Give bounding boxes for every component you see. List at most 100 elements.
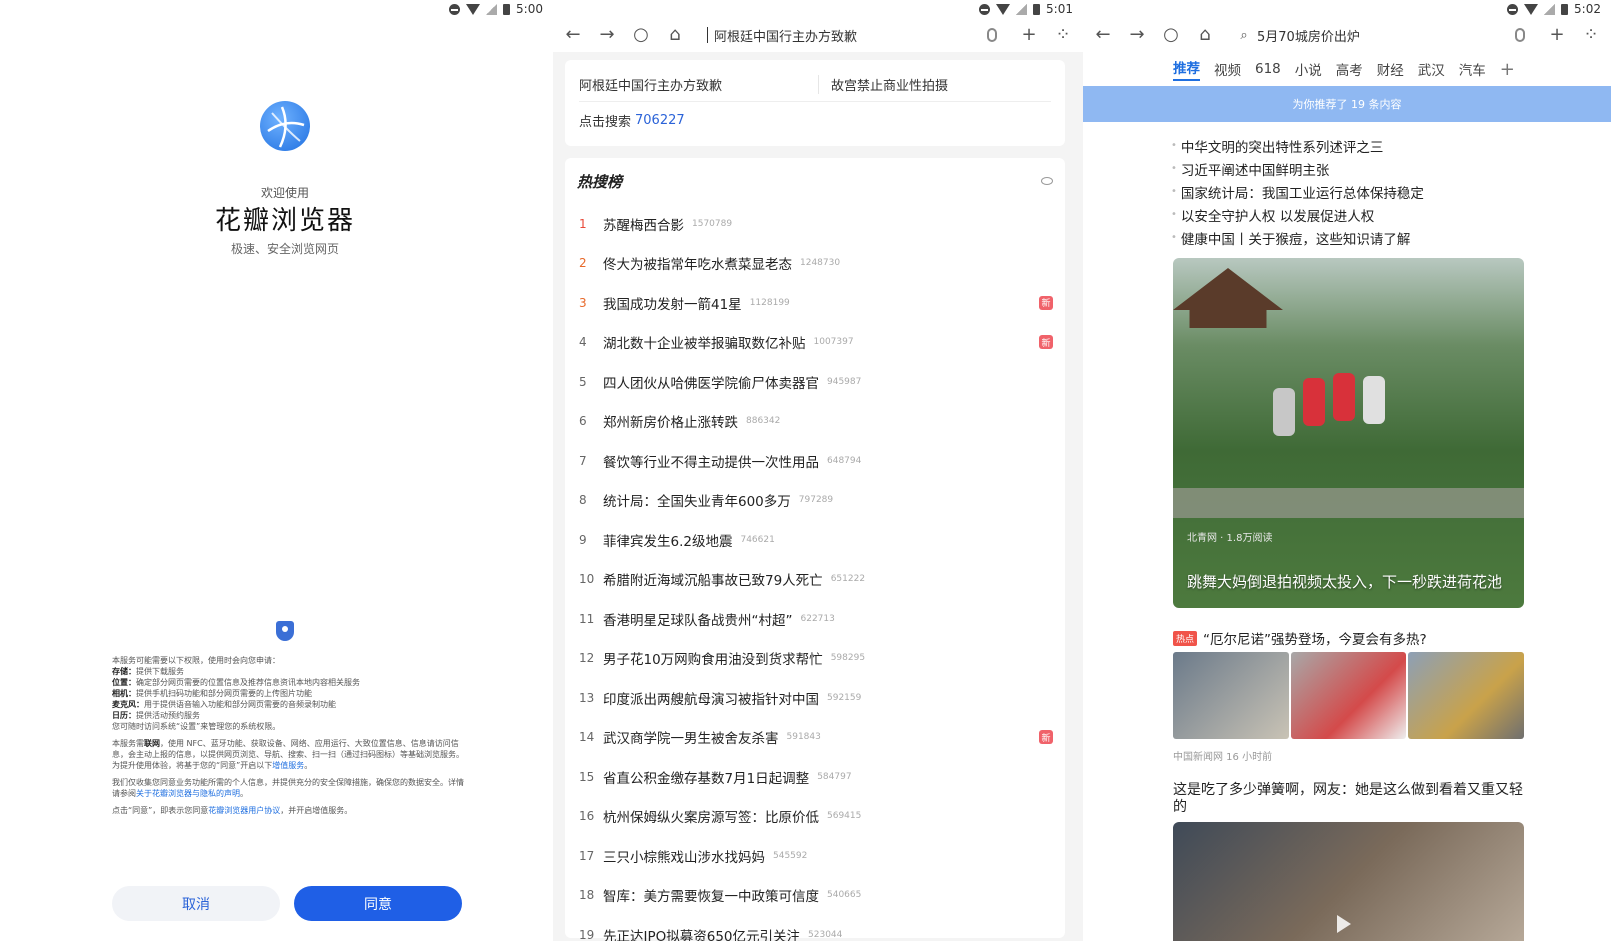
- tab-video[interactable]: 视频: [1214, 59, 1241, 79]
- user-agreement-link[interactable]: 花瓣浏览器用户协议: [208, 806, 280, 815]
- cancel-button[interactable]: 取消: [112, 886, 280, 921]
- video-card[interactable]: 北青网 · 1.8万阅读 跳舞大妈倒退拍视频太投入，下一秒跌进荷花池: [1173, 258, 1524, 608]
- hot-list-row[interactable]: 11 香港明星足球队备战贵州“村超” 622713: [577, 599, 1053, 639]
- add-channel-icon[interactable]: +: [1500, 59, 1515, 80]
- hot-list-row[interactable]: 12 男子花10万网购食用油没到货求帮忙 598295: [577, 639, 1053, 679]
- hot-list-row[interactable]: 3 我国成功发射一箭41星 1128199 新: [577, 283, 1053, 323]
- headline-item[interactable]: 国家统计局：我国工业运行总体保持稳定: [1171, 180, 1611, 203]
- new-badge: 新: [1039, 295, 1053, 310]
- hot-text: 我国成功发射一箭41星: [603, 296, 742, 313]
- suggestion-item[interactable]: 阿根廷中国行主办方致歉: [579, 75, 819, 94]
- hot-rank: 19: [579, 927, 595, 941]
- tab-recommend[interactable]: 推荐: [1173, 57, 1200, 81]
- refresh-icon[interactable]: ○: [631, 25, 651, 45]
- dnd-icon: [1507, 3, 1519, 15]
- tab-gaokao[interactable]: 高考: [1336, 59, 1363, 79]
- tab-wuhan[interactable]: 武汉: [1418, 59, 1445, 79]
- hot-list-row[interactable]: 10 希腊附近海域沉船事故已致79人死亡 651222: [577, 560, 1053, 600]
- battery-icon: [1561, 3, 1569, 15]
- hot-list-row[interactable]: 5 四人团伙从哈佛医学院偷尸体卖器官 945987: [577, 362, 1053, 402]
- address-input[interactable]: 5月70城房价出炉: [1257, 26, 1509, 45]
- forward-icon[interactable]: →: [1127, 25, 1147, 45]
- article-title[interactable]: 热点 “厄尔尼诺”强势登场，今夏会有多热?: [1173, 628, 1427, 648]
- headline-item[interactable]: 以安全守护人权 以发展促进人权: [1171, 203, 1611, 226]
- hot-count: 1248730: [800, 258, 841, 269]
- hot-list-row[interactable]: 19 先正达IPO拟募资650亿元引关注 523044: [577, 915, 1053, 941]
- hot-list-row[interactable]: 1 苏醒梅西合影 1570789: [577, 204, 1053, 244]
- tab-finance[interactable]: 财经: [1377, 59, 1404, 79]
- new-tab-icon[interactable]: +: [1019, 25, 1039, 45]
- hot-count: 540665: [827, 890, 862, 901]
- back-icon[interactable]: ←: [1093, 25, 1113, 45]
- home-icon[interactable]: ⌂: [665, 25, 685, 45]
- microphone-icon[interactable]: [1515, 28, 1525, 42]
- hot-list-row[interactable]: 8 统计局：全国失业青年600多万 797289: [577, 481, 1053, 521]
- headline-item[interactable]: 中华文明的突出特性系列述评之三: [1171, 134, 1611, 157]
- address-bar[interactable]: ⌕ 5月70城房价出炉: [1229, 22, 1533, 48]
- headline-item[interactable]: 健康中国丨关于猴痘，这些知识请了解: [1171, 226, 1611, 249]
- play-icon[interactable]: [1337, 915, 1351, 933]
- tab-auto[interactable]: 汽车: [1459, 59, 1486, 79]
- hot-rank: 7: [579, 453, 587, 468]
- hot-text: 杭州保姆纵火案房源写签：比原价低: [603, 810, 819, 827]
- channel-tabs: 推荐 视频 618 小说 高考 财经 武汉 汽车 +: [1083, 52, 1611, 86]
- thumbnail: [1173, 652, 1289, 739]
- hot-rank: 8: [579, 493, 587, 508]
- address-bar[interactable]: 阿根廷中国行主办方致歉: [699, 22, 1005, 48]
- privacy-statement-link[interactable]: 关于花瓣浏览器与隐私的声明: [136, 789, 240, 798]
- hot-text: 郑州新房价格止涨转跌: [603, 415, 738, 432]
- agree-button[interactable]: 同意: [294, 886, 462, 921]
- hot-list-row[interactable]: 6 郑州新房价格止涨转跌 886342: [577, 402, 1053, 442]
- hot-rank: 13: [579, 690, 595, 705]
- wifi-icon: [996, 3, 1011, 15]
- status-bar: 5:00: [0, 0, 553, 18]
- new-badge: 新: [1039, 335, 1053, 350]
- hot-list-row[interactable]: 2 佟大为被指常年吃水煮菜显老态 1248730: [577, 244, 1053, 284]
- back-icon[interactable]: ←: [563, 25, 583, 45]
- hot-list-row[interactable]: 13 印度派出两艘航母演习被指针对中国 592159: [577, 678, 1053, 718]
- status-time: 5:00: [516, 2, 543, 16]
- article-thumbnails[interactable]: [1173, 652, 1525, 739]
- refresh-icon[interactable]: ○: [1161, 25, 1181, 45]
- home-icon[interactable]: ⌂: [1195, 25, 1215, 45]
- forward-icon[interactable]: →: [597, 25, 617, 45]
- address-input[interactable]: 阿根廷中国行主办方致歉: [714, 26, 981, 45]
- tab-618[interactable]: 618: [1255, 61, 1281, 77]
- hot-list-row[interactable]: 9 菲律宾发生6.2级地震 746621: [577, 520, 1053, 560]
- eye-icon[interactable]: [1041, 177, 1053, 185]
- hot-count: 545592: [773, 850, 808, 861]
- headline-item[interactable]: 习近平阐述中国鲜明主张: [1171, 157, 1611, 180]
- hot-list-row[interactable]: 17 三只小棕熊戏山涉水找妈妈 545592: [577, 836, 1053, 876]
- person-figure: [1273, 388, 1295, 436]
- click-search-row[interactable]: 点击搜索 706227: [579, 102, 1051, 138]
- wifi-icon: [466, 3, 481, 15]
- hot-list-row[interactable]: 18 智库：美方需要恢复一中政策可信度 540665: [577, 876, 1053, 916]
- hot-search-list: 热搜榜 1 苏醒梅西合影 1570789 2 佟大为被指常年吃水煮菜显老态 1248730…: [565, 158, 1065, 941]
- hot-rank: 9: [579, 532, 587, 547]
- status-bar: 5:01: [553, 0, 1083, 18]
- microphone-icon[interactable]: [987, 28, 997, 42]
- suggestion-item[interactable]: 故宫禁止商业性拍摄: [819, 75, 948, 94]
- hot-list-row[interactable]: 14 武汉商学院一男生被舍友杀害 591843 新: [577, 718, 1053, 758]
- new-tab-icon[interactable]: +: [1547, 25, 1567, 45]
- app-name: 花瓣浏览器: [214, 206, 355, 236]
- hot-list-row[interactable]: 16 杭州保姆纵火案房源写签：比原价低 569415: [577, 797, 1053, 837]
- hot-count: 746621: [740, 534, 775, 545]
- hot-text: 佟大为被指常年吃水煮菜显老态: [603, 257, 792, 274]
- tab-novel[interactable]: 小说: [1295, 59, 1322, 79]
- video-thumbnail[interactable]: [1173, 822, 1524, 941]
- person-figure: [1303, 378, 1325, 426]
- hot-list-row[interactable]: 7 餐饮等行业不得主动提供一次性用品 648794: [577, 441, 1053, 481]
- menu-grid-icon[interactable]: ⁘: [1581, 25, 1601, 45]
- menu-grid-icon[interactable]: ⁘: [1053, 25, 1073, 45]
- hot-list-row[interactable]: 4 湖北数十企业被举报骗取数亿补贴 1007397 新: [577, 323, 1053, 363]
- hot-rank: 1: [579, 216, 587, 231]
- hot-text: 三只小棕熊戏山涉水找妈妈: [603, 849, 765, 866]
- hot-rank: 5: [579, 374, 587, 389]
- thumbnail: [1290, 652, 1407, 739]
- article-title[interactable]: 这是吃了多少弹簧啊，网友：她是这么做到看着又重又轻的: [1173, 782, 1524, 816]
- hot-list-row[interactable]: 15 省直公积金缴存基数7月1日起调整 584797: [577, 757, 1053, 797]
- value-added-link[interactable]: 增值服务: [272, 761, 304, 770]
- dnd-icon: [979, 3, 991, 15]
- pavilion-image: [1173, 268, 1283, 328]
